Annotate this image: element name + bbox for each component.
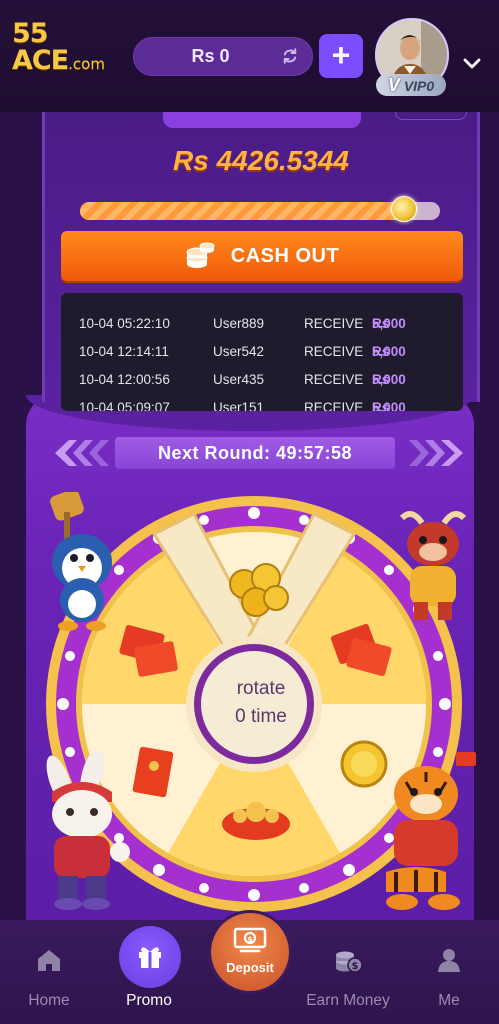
progress-coin-icon — [391, 196, 417, 222]
rabbit-mascot-icon — [46, 752, 130, 910]
winner-time: 10-04 12:00:56 — [79, 372, 170, 387]
tiger-mascot-icon — [386, 752, 476, 910]
winner-value: 5,000 — [372, 372, 406, 387]
accumulated-amount: Rs 4426.5344 — [173, 145, 349, 176]
list-item: 10-04 05:09:07 User151 RECEIVE Rs 5,000 — [61, 400, 463, 411]
earn-money-icon: $ — [336, 951, 362, 973]
winner-time: 10-04 05:22:10 — [79, 316, 170, 331]
winner-value: 5,000 — [372, 400, 406, 411]
nav-label-home: Home — [28, 992, 70, 1009]
vip-badge: V VIP0 — [376, 74, 446, 96]
list-item: 10-04 12:14:11 User542 RECEIVE Rs 5,000 — [61, 344, 463, 366]
next-round-text: Next Round: 49:57:58 — [158, 443, 352, 464]
nav-label-earn-money: Earn Money — [306, 992, 390, 1009]
promo-button[interactable] — [119, 926, 181, 988]
balance-display: Rs 0 — [133, 37, 313, 76]
add-funds-button[interactable]: + — [319, 34, 363, 78]
nav-label-promo: Promo — [126, 992, 172, 1009]
winner-user: User542 — [213, 344, 265, 359]
next-round-label: Next Round: — [157, 442, 271, 463]
cashout-progress — [80, 202, 440, 220]
cash-out-button[interactable]: CASH OUT — [61, 231, 463, 281]
next-round-countdown: 49:57:58 — [275, 442, 353, 463]
user-icon — [438, 949, 460, 972]
gift-icon — [139, 947, 161, 968]
winner-action: RECEIVE — [304, 372, 364, 387]
promo-main: Rs 4426.5344 CASH OUT 10-04 05:22:10 Use… — [0, 112, 499, 920]
winner-action: RECEIVE — [304, 316, 364, 331]
refresh-icon[interactable] — [281, 47, 299, 65]
winner-action: RECEIVE — [304, 344, 364, 359]
spin-button[interactable]: rotate 0 time — [195, 675, 327, 731]
winner-user: User435 — [213, 372, 265, 387]
top-header: 55 ACE.com Rs 0 + V VIP0 — [0, 0, 499, 112]
winner-time: 10-04 12:14:11 — [79, 344, 169, 359]
rotate-line-1: rotate — [236, 678, 286, 699]
cashout-card: Rs 4426.5344 CASH OUT 10-04 05:22:10 Use… — [42, 112, 480, 411]
nav-item-earn-money[interactable]: $ Earn Money — [300, 920, 396, 1024]
deposit-icon: $ — [233, 927, 267, 953]
vip-level: VIP0 — [403, 78, 435, 94]
card-tab-secondary — [395, 112, 467, 120]
list-item: 10-04 05:22:10 User889 RECEIVE Rs 5,000 — [61, 316, 463, 338]
nav-item-me[interactable]: Me — [404, 920, 494, 1024]
nav-item-home[interactable]: Home — [4, 920, 94, 1024]
list-item: 10-04 12:00:56 User435 RECEIVE Rs 5,000 — [61, 372, 463, 394]
winner-time: 10-04 05:09:07 — [79, 400, 170, 411]
nav-label-me: Me — [438, 992, 460, 1009]
balance-value: Rs 0 — [191, 46, 230, 66]
brand-logo[interactable]: 55 ACE.com — [12, 20, 105, 74]
chevron-down-icon[interactable] — [462, 57, 482, 71]
home-icon — [38, 950, 60, 971]
card-tab — [163, 112, 361, 128]
svg-text:$: $ — [247, 935, 253, 944]
winner-user: User889 — [213, 316, 265, 331]
ox-mascot-icon — [399, 511, 467, 620]
winners-ticker: 10-04 05:22:10 User889 RECEIVE Rs 5,000 … — [61, 293, 463, 411]
winner-user: User151 — [213, 400, 265, 411]
winner-value: 5,000 — [372, 344, 406, 359]
next-round-banner: Next Round: 49:57:58 — [55, 436, 463, 470]
cash-out-label: CASH OUT — [230, 244, 340, 267]
rotate-line-2: 0 time — [235, 706, 287, 727]
logo-suffix: .com — [68, 55, 105, 73]
progress-fill — [80, 202, 401, 220]
logo-bottom: ACE — [12, 45, 69, 76]
winner-action: RECEIVE — [304, 400, 364, 411]
coins-icon — [186, 242, 215, 268]
svg-text:$: $ — [352, 961, 359, 972]
vip-prefix: V — [387, 75, 400, 95]
penguin-mascot-icon — [50, 492, 112, 631]
arrows-right-icon — [409, 440, 463, 466]
deposit-label: Deposit — [226, 960, 274, 975]
winner-value: 5,000 — [372, 316, 406, 331]
deposit-button[interactable]: $ — [211, 913, 289, 991]
